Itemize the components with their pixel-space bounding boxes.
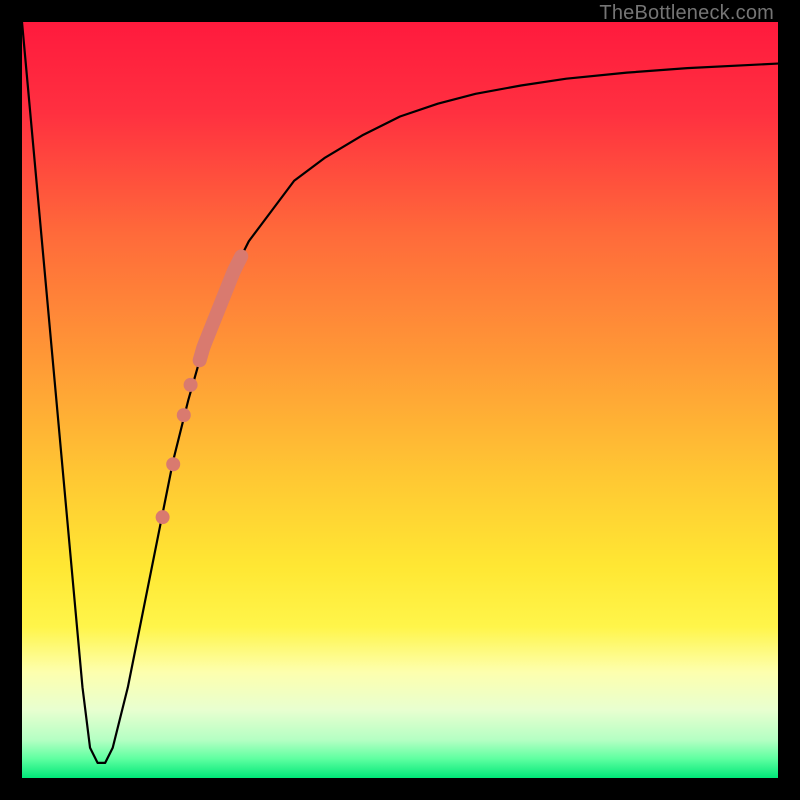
watermark-text: TheBottleneck.com — [599, 2, 774, 25]
marker-dot — [166, 457, 180, 471]
marker-dot — [184, 378, 198, 392]
bottleneck-curve — [22, 22, 778, 763]
marker-dot — [156, 510, 170, 524]
marker-dot — [177, 408, 191, 422]
marker-thick-segment — [200, 256, 242, 360]
chart-frame: TheBottleneck.com — [0, 0, 800, 800]
plot-area — [22, 22, 778, 778]
chart-svg — [22, 22, 778, 778]
